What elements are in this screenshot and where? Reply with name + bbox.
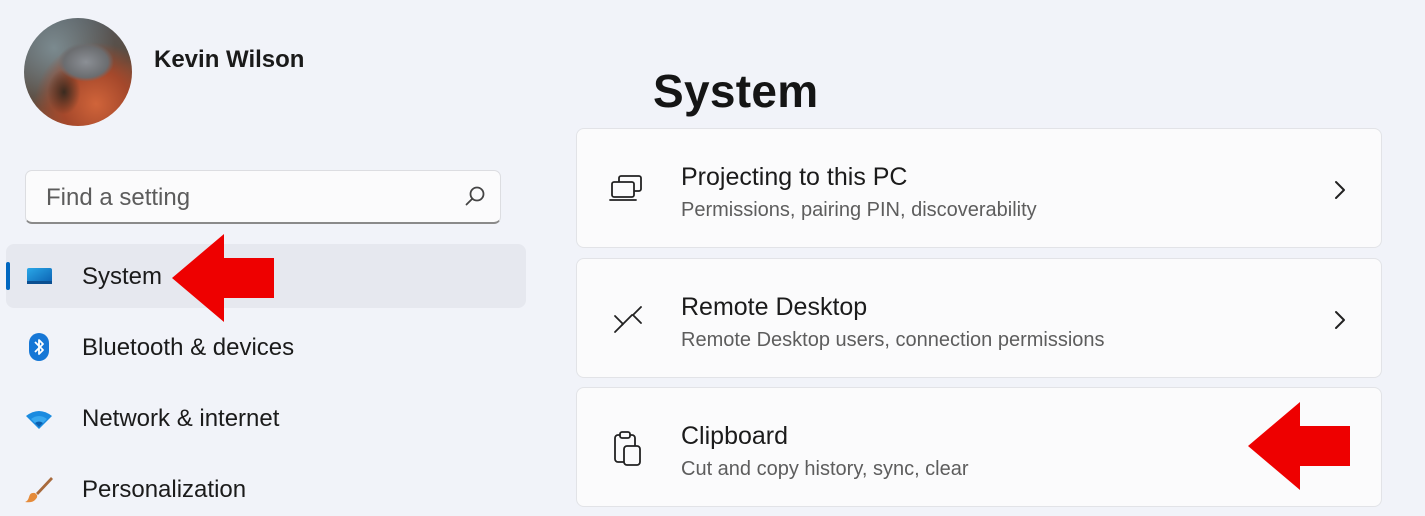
sidebar-item-label: Personalization	[82, 476, 247, 503]
sidebar-item-network[interactable]: Network & internet	[6, 386, 526, 450]
card-title: Remote Desktop	[681, 293, 868, 321]
remote-desktop-icon	[614, 306, 642, 333]
sidebar-item-personalization[interactable]: Personalization	[6, 457, 526, 516]
card-projecting-to-this-pc[interactable]: Projecting to this PC Permissions, pairi…	[576, 128, 1382, 248]
clipboard-icon	[614, 431, 641, 466]
card-subtitle: Cut and copy history, sync, clear	[681, 458, 969, 480]
search-box[interactable]	[25, 170, 501, 225]
bluetooth-icon	[29, 333, 49, 361]
card-subtitle: Remote Desktop users, connection permiss…	[681, 329, 1105, 351]
brush-icon	[25, 477, 53, 503]
avatar[interactable]	[24, 18, 132, 126]
search-icon[interactable]	[464, 185, 486, 207]
selection-indicator	[6, 262, 10, 290]
projecting-icon	[609, 175, 642, 201]
chevron-right-icon	[1335, 311, 1345, 329]
sidebar-item-bluetooth[interactable]: Bluetooth & devices	[6, 315, 526, 379]
card-title: Clipboard	[681, 422, 789, 450]
annotation-arrow-system	[172, 234, 274, 322]
chevron-right-icon	[1335, 181, 1345, 199]
wifi-icon	[26, 411, 52, 429]
system-display-icon	[27, 268, 52, 284]
card-remote-desktop[interactable]: Remote Desktop Remote Desktop users, con…	[576, 258, 1382, 378]
page-title: System	[653, 65, 819, 117]
user-name: Kevin Wilson	[154, 46, 305, 73]
card-subtitle: Permissions, pairing PIN, discoverabilit…	[681, 199, 1037, 221]
card-title: Projecting to this PC	[681, 163, 908, 191]
search-input[interactable]	[44, 171, 448, 225]
sidebar-item-label: Network & internet	[82, 405, 280, 432]
sidebar-item-label: Bluetooth & devices	[82, 334, 295, 361]
annotation-arrow-clipboard	[1248, 402, 1350, 490]
settings-window: Kevin Wilson System	[0, 0, 1425, 516]
sidebar-item-label: System	[82, 263, 163, 290]
